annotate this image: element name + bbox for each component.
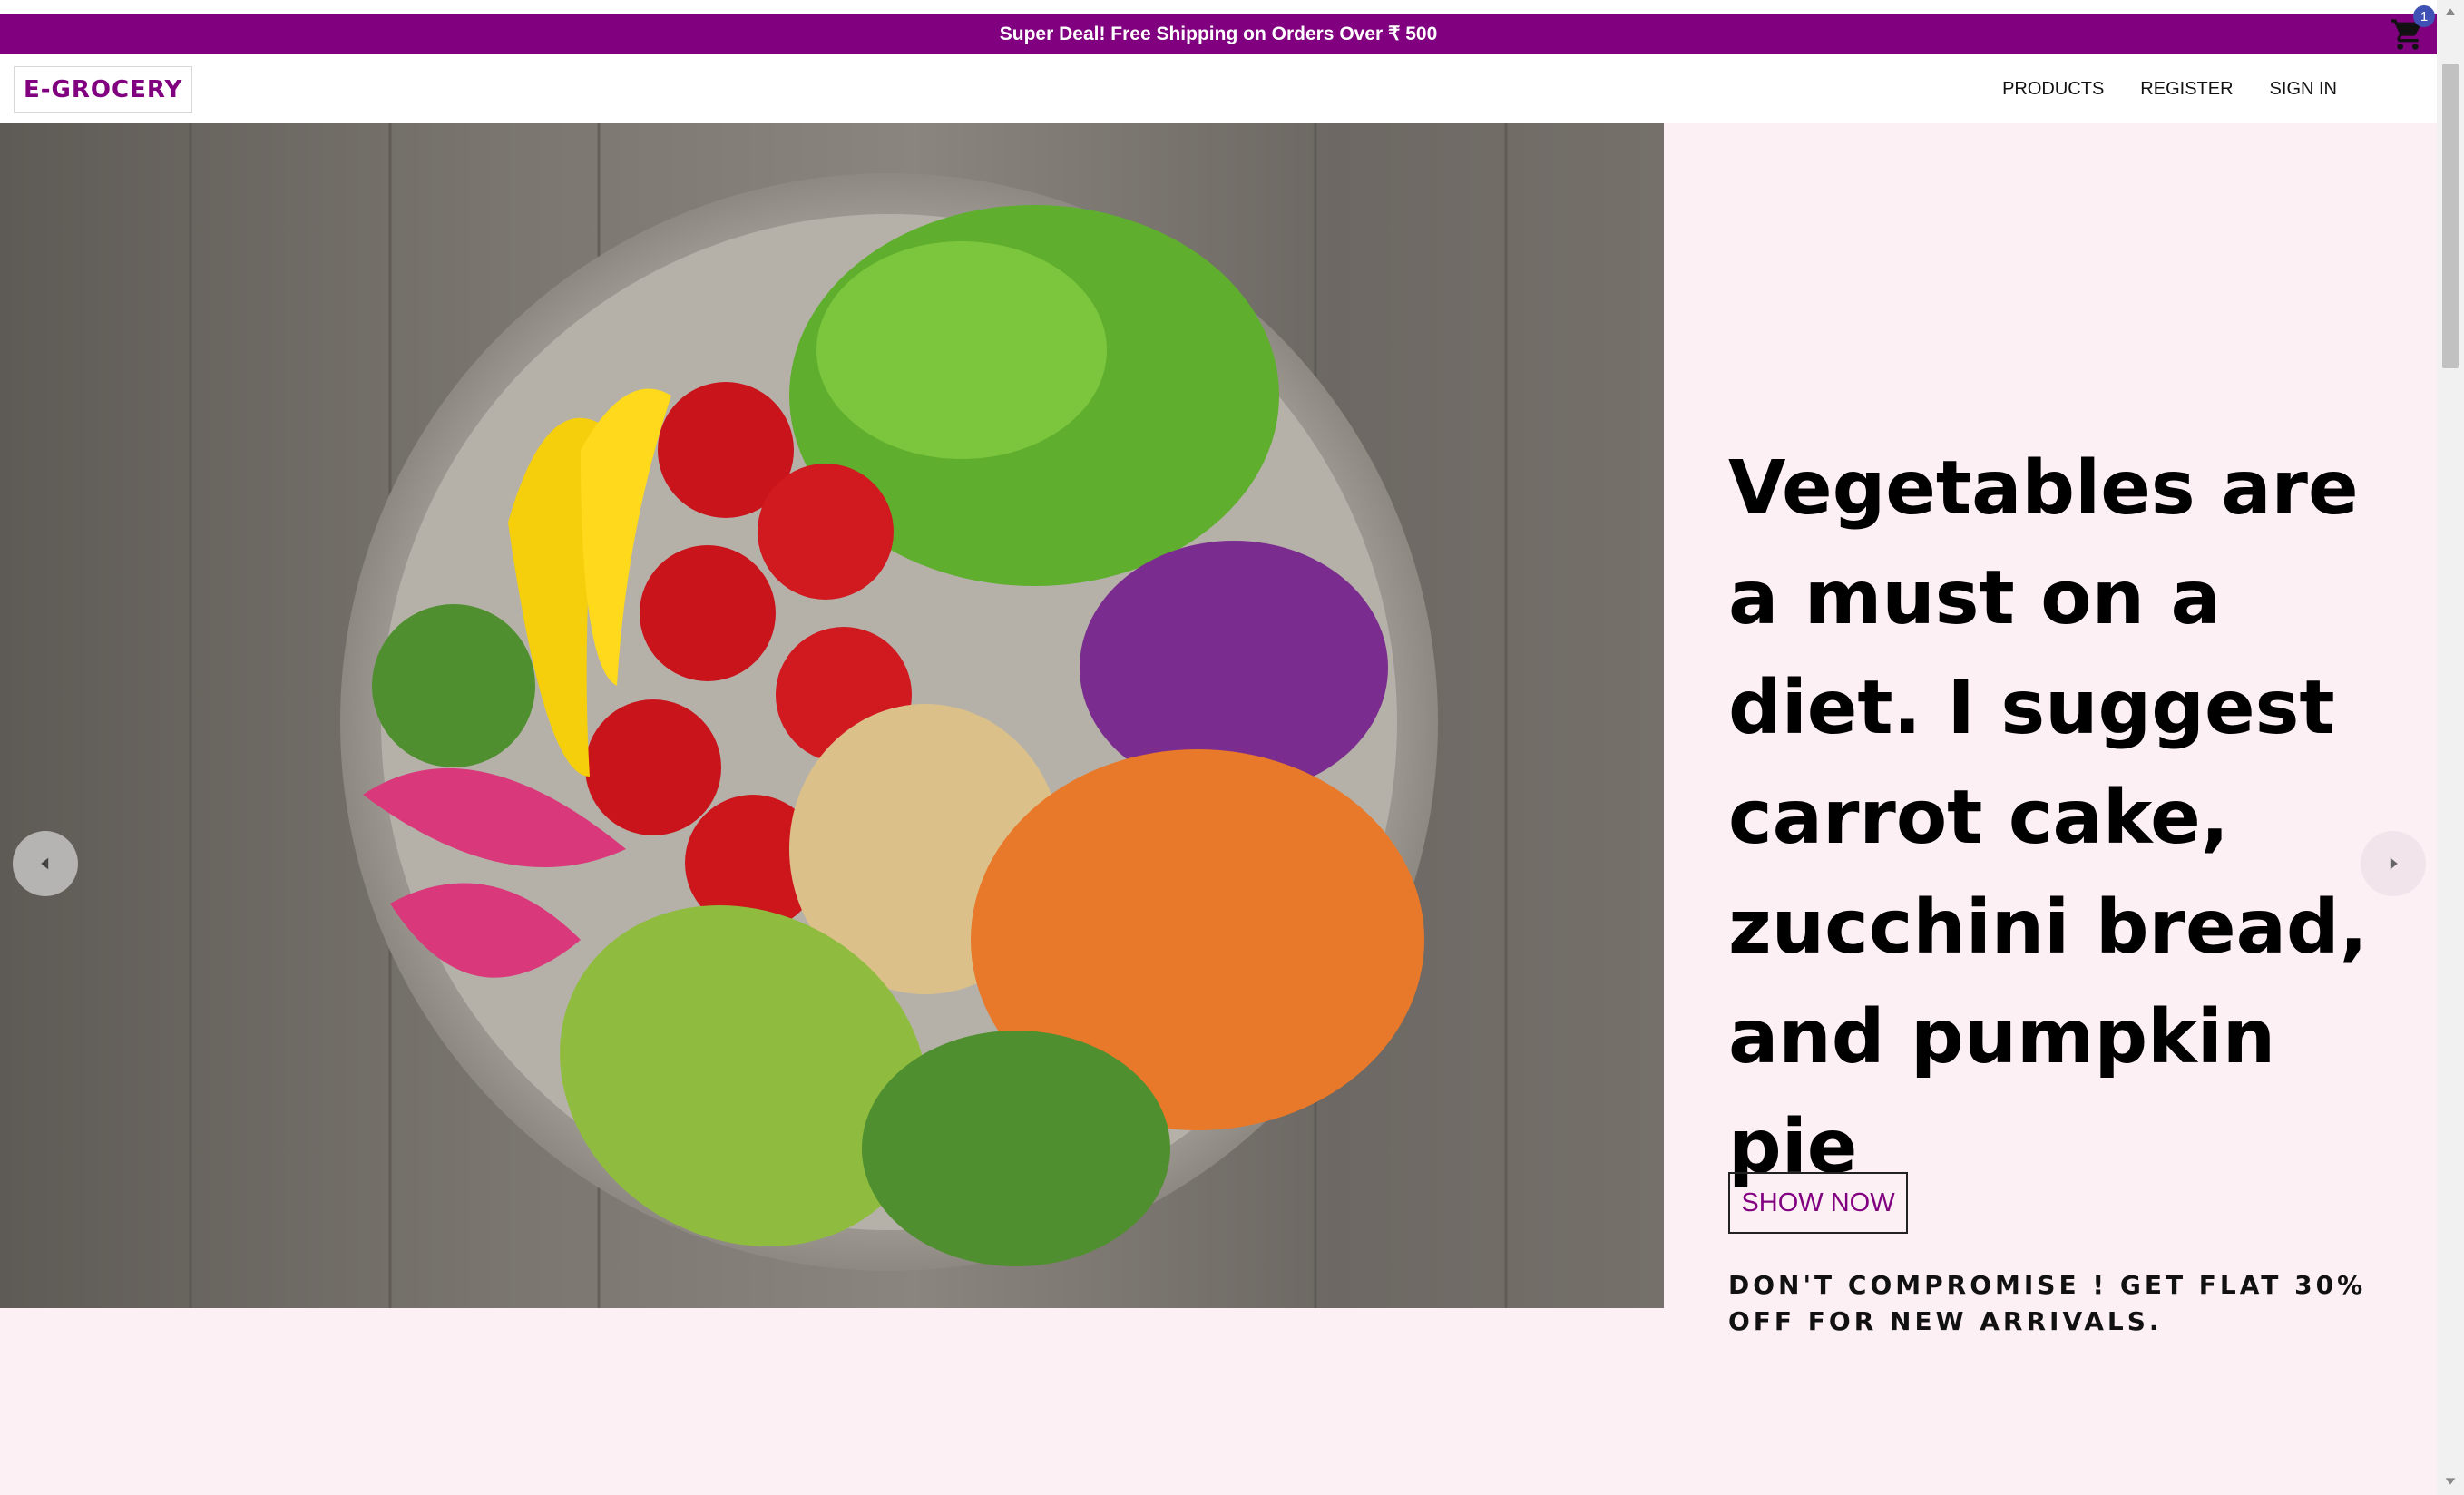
hero-headline: Vegetables are a must on a diet. I sugge… (1728, 445, 2368, 1190)
scroll-down-icon[interactable] (2442, 1473, 2459, 1490)
promo-banner: Super Deal! Free Shipping on Orders Over… (0, 14, 2437, 54)
salad-illustration (0, 123, 1664, 1308)
nav-link-register[interactable]: REGISTER (2140, 79, 2233, 100)
nav-links: PRODUCTS REGISTER SIGN IN (1966, 54, 2337, 123)
chevron-right-icon (2390, 857, 2398, 870)
site-logo[interactable]: E-GROCERY (14, 66, 193, 113)
navbar: E-GROCERY PRODUCTS REGISTER SIGN IN (0, 54, 2437, 123)
hero-carousel: Vegetables are a must on a diet. I sugge… (0, 123, 2437, 1495)
scroll-up-icon[interactable] (2442, 4, 2459, 20)
carousel-prev-button[interactable] (13, 831, 78, 896)
nav-link-sign-in[interactable]: SIGN IN (2270, 79, 2337, 100)
logo-text: E-GROCERY (24, 76, 183, 103)
chevron-left-icon (41, 857, 49, 870)
nav-link-products[interactable]: PRODUCTS (2002, 79, 2104, 100)
promo-text: Super Deal! Free Shipping on Orders Over… (999, 24, 1438, 44)
carousel-next-button[interactable] (2361, 831, 2426, 896)
hero-subline: DON'T COMPROMISE ! GET FLAT 30% OFF FOR … (1728, 1270, 2367, 1336)
cart-count-badge: 1 (2413, 5, 2435, 27)
show-now-button[interactable]: SHOW NOW (1728, 1172, 1908, 1234)
salad-bowl-image (0, 123, 1664, 1308)
top-strip (0, 0, 2464, 14)
scrollbar-thumb[interactable] (2442, 64, 2459, 368)
